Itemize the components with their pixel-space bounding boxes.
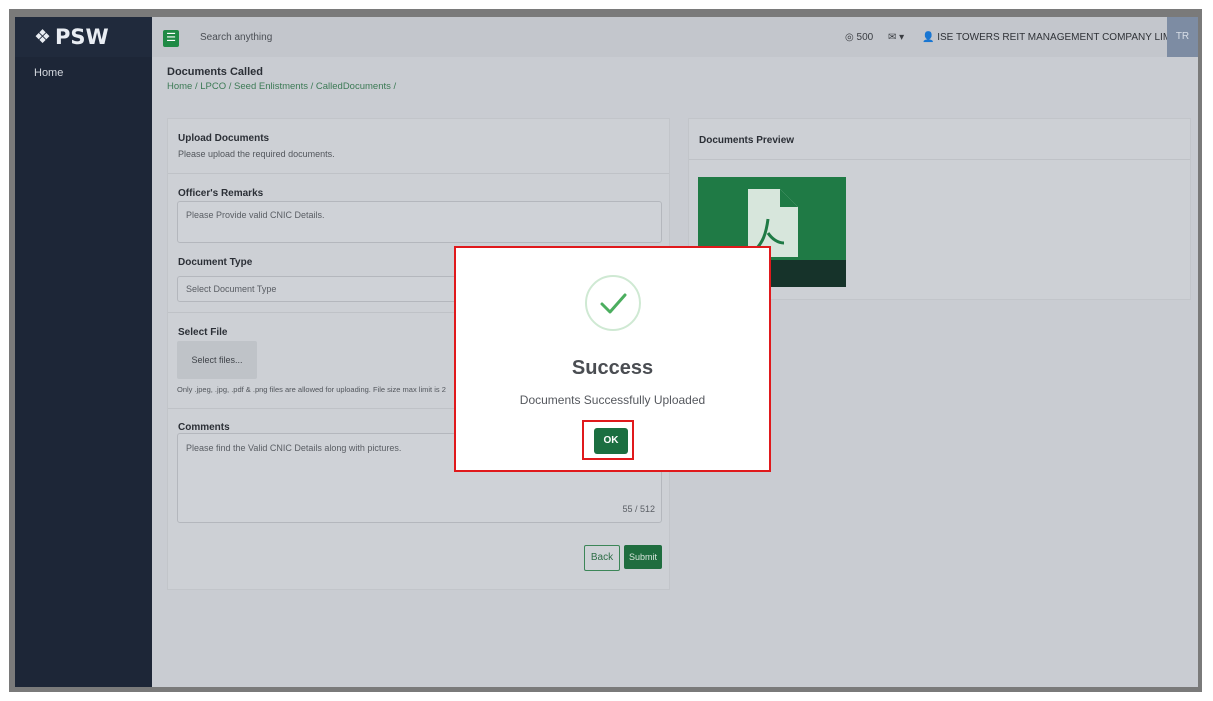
psw-logo[interactable]: ❖ PSW — [15, 17, 152, 57]
modal-title: Success — [571, 357, 654, 379]
document-type-label: Document Type — [178, 257, 253, 268]
success-modal: Success Documents Successfully Uploaded … — [454, 246, 771, 472]
chevron-down-icon: ▾ — [899, 32, 905, 43]
hamburger-menu-icon[interactable]: ☰ — [163, 30, 179, 47]
company-menu[interactable]: 👤 ISE TOWERS REIT MANAGEMENT COMPANY LIM… — [922, 30, 1198, 46]
document-type-placeholder: Select Document Type — [186, 284, 277, 294]
page-header: Documents Called Home / LPCO / Seed Enli… — [167, 66, 396, 92]
remarks-field: Please Provide valid CNIC Details. — [177, 201, 662, 243]
char-counter: 55 / 512 — [622, 504, 655, 514]
avatar[interactable]: TR — [1167, 17, 1198, 57]
comments-label: Comments — [178, 422, 230, 433]
app-window: ❖ PSW Home ☰ Search anything ◎ 500 ✉ ▾ 👤… — [15, 17, 1198, 687]
coin-count: 500 — [856, 32, 874, 43]
back-button[interactable]: Back — [584, 545, 620, 571]
comments-value: Please find the Valid CNIC Details along… — [186, 443, 402, 453]
logo-mark-icon: ❖ — [34, 26, 52, 48]
company-name: ISE TOWERS REIT MANAGEMENT COMPANY LIMIT… — [937, 32, 1194, 43]
select-file-label: Select File — [178, 327, 228, 338]
breadcrumb[interactable]: Home / LPCO / Seed Enlistments / CalledD… — [167, 81, 396, 92]
ok-button[interactable]: OK — [594, 428, 628, 454]
modal-message: Documents Successfully Uploaded — [519, 393, 706, 407]
search-input[interactable]: Search anything — [200, 30, 272, 46]
divider — [689, 159, 1190, 160]
preview-title: Documents Preview — [699, 135, 795, 146]
sidebar-item-home[interactable]: Home — [34, 67, 63, 79]
upload-title: Upload Documents — [178, 133, 270, 144]
user-icon: 👤 — [922, 32, 935, 43]
divider — [168, 173, 669, 174]
select-files-button[interactable]: Select files... — [177, 341, 257, 379]
submit-button[interactable]: Submit — [624, 545, 662, 569]
coin-icon: ◎ — [845, 32, 854, 43]
page-title: Documents Called — [167, 66, 263, 78]
remarks-value: Please Provide valid CNIC Details. — [186, 210, 325, 220]
checkmark-icon — [585, 275, 641, 331]
mail-icon: ✉ — [888, 32, 897, 43]
sidebar: ❖ PSW Home — [15, 17, 152, 687]
upload-subtitle: Please upload the required documents. — [178, 149, 335, 159]
file-hint: Only .jpeg, .jpg, .pdf & .png files are … — [177, 385, 446, 394]
remarks-label: Officer's Remarks — [178, 188, 264, 199]
top-bar: ☰ Search anything ◎ 500 ✉ ▾ 👤 ISE TOWERS… — [152, 17, 1198, 57]
coin-balance[interactable]: ◎ 500 — [845, 30, 873, 46]
messages-dropdown[interactable]: ✉ ▾ — [888, 30, 904, 46]
logo-text: PSW — [55, 25, 109, 49]
